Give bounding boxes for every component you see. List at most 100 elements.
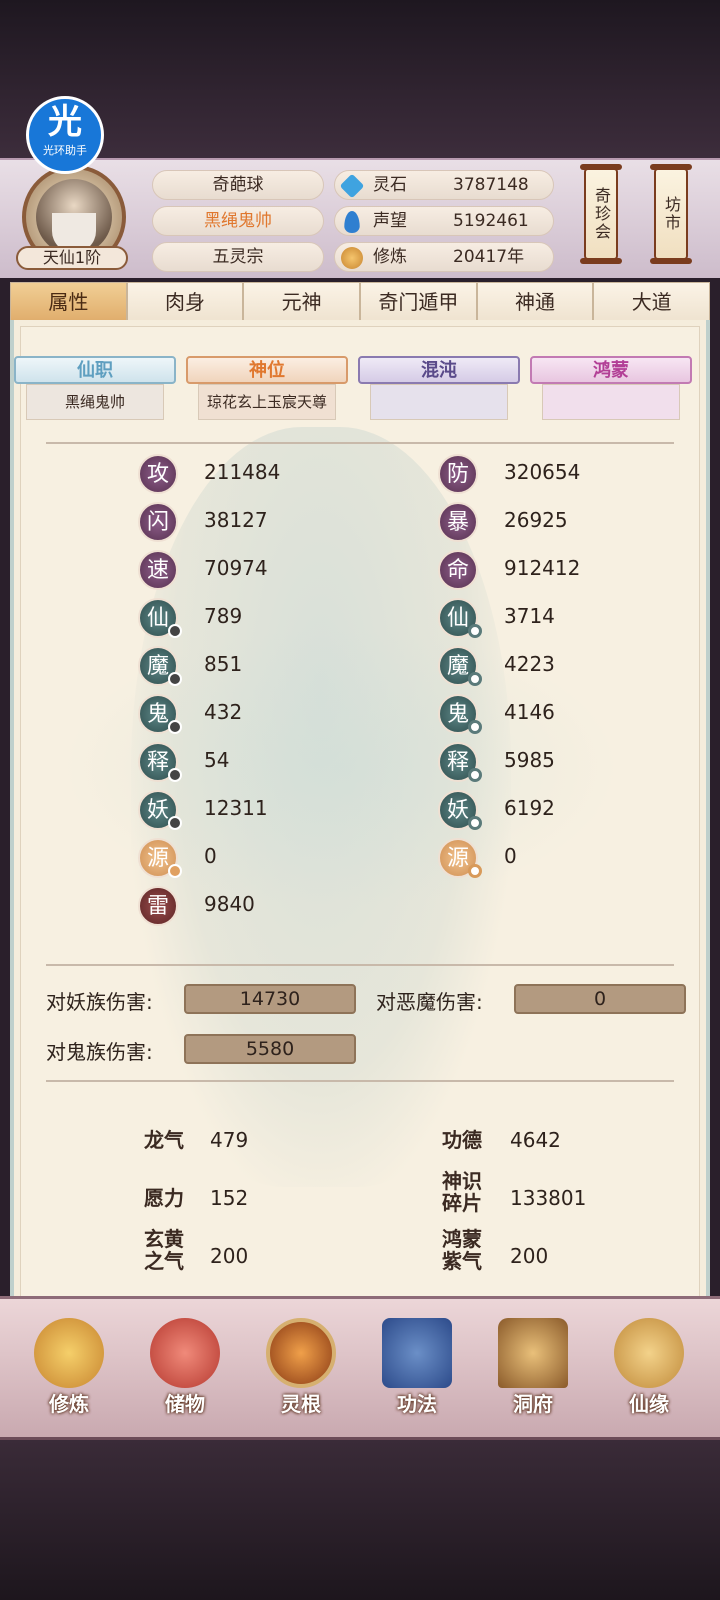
damage-vs-demon-clan-label: 对妖族伤害: — [46, 990, 153, 1014]
chaos-value — [370, 384, 508, 420]
nav-label: 灵根 — [281, 1392, 321, 1416]
tab-divine-power[interactable]: 神通 — [476, 282, 594, 322]
tab-body[interactable]: 肉身 — [126, 282, 244, 322]
hongmeng-value — [542, 384, 680, 420]
damage-vs-evil-value: 0 — [514, 984, 686, 1014]
merit-label: 功德 — [442, 1128, 482, 1152]
halo-label: 光环助手 — [43, 144, 87, 157]
stat-value: 5985 — [504, 748, 555, 772]
nav-cave-dwelling[interactable]: 洞府 — [488, 1318, 578, 1428]
health-icon: 命 — [438, 550, 478, 590]
nav-label: 储物 — [165, 1392, 205, 1416]
subtab-chaos[interactable]: 混沌 — [358, 356, 520, 384]
divider — [46, 1080, 674, 1082]
stat-origin-defense: 源 0 — [438, 838, 658, 878]
stat-yao-defense: 妖 6192 — [438, 790, 658, 830]
resource-value: 5192461 — [453, 211, 529, 231]
dragon-qi-label: 龙气 — [144, 1128, 184, 1152]
spirit-root-icon — [266, 1318, 336, 1388]
attack-icon: 攻 — [138, 454, 178, 494]
tab-attributes[interactable]: 属性 — [10, 282, 127, 322]
defense-icon: 防 — [438, 454, 478, 494]
stat-demon-attack: 魔 851 — [138, 646, 358, 686]
resource-cultivation: 修炼 20417年 — [334, 242, 554, 272]
stat-value: 0 — [204, 844, 217, 868]
stat-value: 70974 — [204, 556, 268, 580]
cultivation-icon — [34, 1318, 104, 1388]
stat-value: 3714 — [504, 604, 555, 628]
stat-ghost-attack: 鬼 432 — [138, 694, 358, 734]
player-name: 奇葩球 — [152, 170, 324, 200]
thunder-icon: 雷 — [138, 886, 178, 926]
divine-rank-value: 琼花玄上玉宸天尊 — [198, 384, 336, 420]
resource-prestige: 声望 5192461 — [334, 206, 554, 236]
xuanhuang-qi-label: 玄黄之气 — [144, 1227, 184, 1273]
blue-gem-icon — [339, 173, 365, 199]
stat-speed: 速 70974 — [138, 550, 358, 590]
defense-badge-icon — [468, 624, 482, 638]
stat-attack: 攻 211484 — [138, 454, 358, 494]
stat-demon-defense: 魔 4223 — [438, 646, 658, 686]
subtab-immortal-post[interactable]: 仙职 — [14, 356, 176, 384]
nav-cultivation[interactable]: 修炼 — [24, 1318, 114, 1428]
wish-power-value: 152 — [210, 1186, 249, 1210]
attack-badge-icon — [168, 672, 182, 686]
wish-power-label: 愿力 — [144, 1186, 184, 1210]
stat-value: 912412 — [504, 556, 581, 580]
stat-health: 命 912412 — [438, 550, 658, 590]
damage-vs-ghost-value: 5580 — [184, 1034, 356, 1064]
stat-ghost-defense: 鬼 4146 — [438, 694, 658, 734]
stat-value: 320654 — [504, 460, 581, 484]
player-sect: 五灵宗 — [152, 242, 324, 272]
tab-spirit[interactable]: 元神 — [243, 282, 361, 322]
nav-technique[interactable]: 功法 — [372, 1318, 462, 1428]
immortal-post-value: 黑绳鬼帅 — [26, 384, 164, 420]
stat-value: 38127 — [204, 508, 268, 532]
blue-crystal-icon — [344, 211, 360, 233]
stat-thunder: 雷 9840 — [138, 886, 358, 926]
nav-storage[interactable]: 储物 — [140, 1318, 230, 1428]
divider — [46, 964, 674, 966]
tab-great-dao[interactable]: 大道 — [593, 282, 711, 322]
attack-badge-icon — [168, 624, 182, 638]
stat-defense: 防 320654 — [438, 454, 658, 494]
nav-spirit-root[interactable]: 灵根 — [256, 1318, 346, 1428]
stat-value: 789 — [204, 604, 243, 628]
nav-label: 仙缘 — [629, 1392, 669, 1416]
critical-icon: 暴 — [438, 502, 478, 542]
main-tabs: 属性 肉身 元神 奇门遁甲 神通 大道 — [10, 282, 711, 322]
tab-qimen[interactable]: 奇门遁甲 — [360, 282, 477, 322]
attack-badge-icon — [168, 720, 182, 734]
rank-badge: 天仙1阶 — [16, 246, 128, 270]
resource-label: 修炼 — [373, 247, 407, 267]
treasure-auction-button[interactable]: 奇珍会 — [580, 164, 622, 264]
subtab-hongmeng[interactable]: 鸿蒙 — [530, 356, 692, 384]
attack-badge-icon — [168, 768, 182, 782]
bottom-backdrop — [0, 1440, 720, 1600]
divine-sense-fragment-value: 133801 — [510, 1186, 587, 1210]
resource-label: 灵石 — [373, 175, 407, 195]
stat-value: 432 — [204, 700, 243, 724]
stat-value: 9840 — [204, 892, 255, 916]
stat-value: 211484 — [204, 460, 281, 484]
damage-vs-ghost-label: 对鬼族伤害: — [46, 1040, 153, 1064]
player-title: 黑绳鬼帅 — [152, 206, 324, 236]
hongmeng-purple-qi-label: 鸿蒙紫气 — [442, 1227, 482, 1273]
nav-immortal-fate[interactable]: 仙缘 — [604, 1318, 694, 1428]
subtab-divine-rank[interactable]: 神位 — [186, 356, 348, 384]
halo-assistant-button[interactable]: 光 光环助手 — [26, 96, 104, 174]
stat-value: 851 — [204, 652, 243, 676]
nav-label: 洞府 — [513, 1392, 553, 1416]
stat-value: 12311 — [204, 796, 268, 820]
market-button[interactable]: 坊市 — [650, 164, 692, 264]
defense-badge-icon — [468, 672, 482, 686]
immortal-fate-icon — [614, 1318, 684, 1388]
stat-value: 26925 — [504, 508, 568, 532]
divine-sense-fragment-label: 神识碎片 — [442, 1169, 482, 1215]
stat-value: 4223 — [504, 652, 555, 676]
technique-book-icon — [382, 1318, 452, 1388]
dragon-qi-value: 479 — [210, 1128, 249, 1152]
stat-value: 4146 — [504, 700, 555, 724]
stat-value: 6192 — [504, 796, 555, 820]
speed-icon: 速 — [138, 550, 178, 590]
